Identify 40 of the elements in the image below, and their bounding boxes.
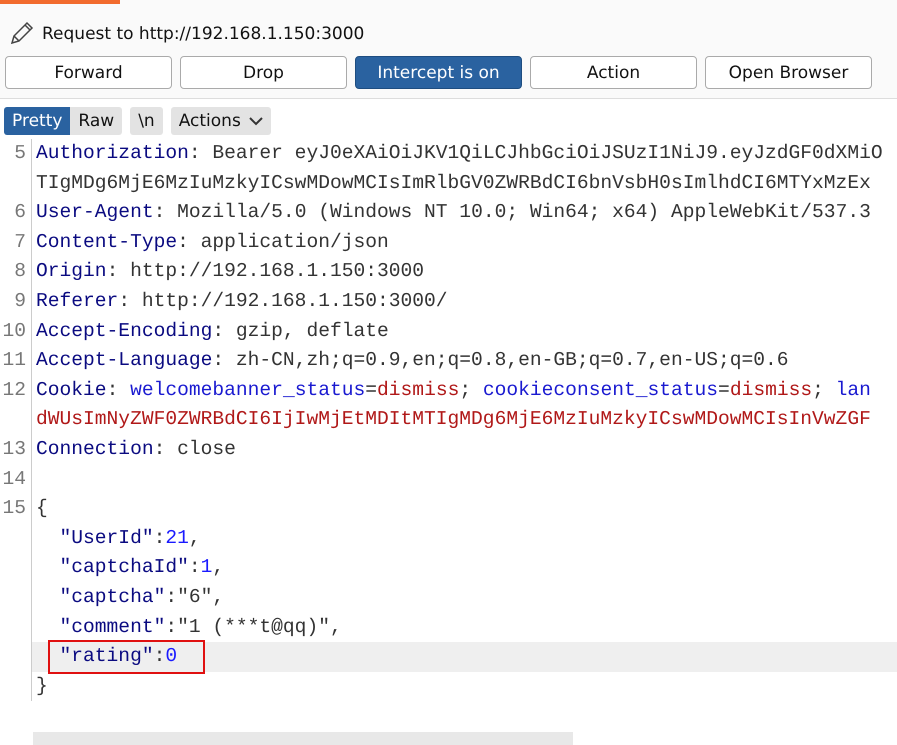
code-line: "captchaId":1, [58, 555, 226, 580]
newline-toggle[interactable]: \n [130, 107, 163, 135]
toolbar-button[interactable]: Action [530, 56, 697, 89]
code-line: "captcha":"6", [58, 584, 226, 610]
line-number: 8 [0, 257, 32, 287]
line-number: 5 [0, 139, 32, 169]
toolbar-button[interactable]: Intercept is on [355, 56, 522, 89]
toolbar-button[interactable]: Drop [180, 56, 347, 89]
toolbar-button[interactable]: Forward [5, 56, 172, 89]
line-number: 6 [0, 198, 32, 228]
code-line: Origin: http://192.168.1.150:3000 [35, 259, 426, 284]
code-line: "comment":"1 (***t@qq)", [58, 614, 343, 640]
code-line: Content-Type: application/json [35, 230, 390, 255]
toolbar-button[interactable]: Open Browser [705, 56, 872, 89]
actions-menu[interactable]: Actions [170, 107, 271, 135]
line-number: 7 [0, 228, 32, 258]
code-line: } [35, 674, 49, 699]
line-number: 12 [0, 376, 32, 406]
line-number: 13 [0, 434, 32, 465]
line-number: 14 [0, 464, 32, 494]
line-number: 10 [0, 316, 32, 346]
code-line: { [35, 496, 49, 522]
code-line: "UserId":21, [58, 526, 202, 551]
code-line: TIgMDg6MjE6MzIuMzkyICswMDowMCIsImRlbGV0ZWRBdCI6bnVsbH0sImlhdCI6MTYxMzEx [35, 170, 872, 196]
code-line: Accept-Language: zh-CN,zh;q=0.9,en;q=0.8,en-GB;q=0.7,en-US;q=0.6 [35, 348, 790, 374]
chevron-down-icon [248, 116, 263, 126]
code-line: Accept-Encoding: gzip, deflate [35, 318, 390, 344]
code-line: User-Agent: Mozilla/5.0 (Windows NT 10.0; Win64; x64) AppleWebKit/537.3 [35, 200, 872, 226]
code-line: Authorization: Bearer eyJ0eXAiOiJKV1QiLCJhbGciOiJSUzI1NiJ9.eyJzdGF0dXMiO [35, 141, 884, 166]
view-tab[interactable]: Raw [70, 107, 122, 135]
view-tab[interactable]: Pretty [4, 107, 70, 135]
pencil-icon [8, 21, 34, 47]
request-title: Request to http://192.168.1.150:3000 [42, 24, 364, 44]
code-line: Cookie: welcomebanner_status=dismiss; cookieconsent_status=dismiss; lan [35, 378, 872, 403]
code-line: Referer: http://192.168.1.150:3000/ [35, 288, 449, 314]
line-number: 15 [0, 494, 32, 524]
line-number: 9 [0, 286, 32, 317]
code-line: dWUsImNyZWF0ZWRBdCI6IjIwMjEtMDItMTIgMDg6MjE6MzIuMzkyICswMDowMCIsInVwZGF [35, 407, 872, 432]
code-line: Connection: close [35, 436, 237, 462]
line-number: 11 [0, 346, 32, 376]
